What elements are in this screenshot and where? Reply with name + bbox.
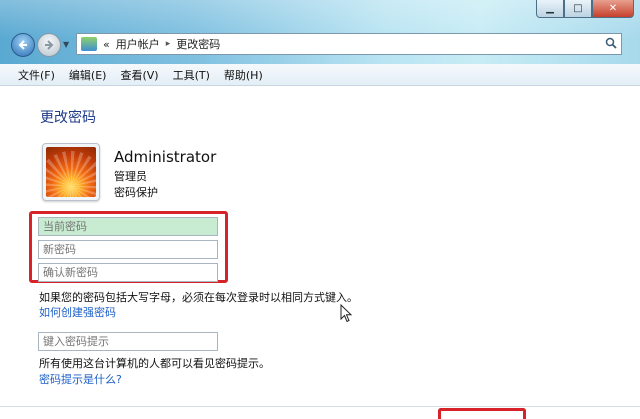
hint-help-link[interactable]: 密码提示是什么? [39,371,122,387]
page-title: 更改密码 [40,110,96,126]
breadcrumb-item-change-password[interactable]: 更改密码 [176,36,220,52]
breadcrumb: « 用户帐户 ▸ 更改密码 [103,36,220,52]
avatar [42,143,100,201]
change-password-button-highlight[interactable] [438,408,526,419]
back-button[interactable] [11,33,35,57]
strong-password-link[interactable]: 如何创建强密码 [39,304,116,320]
maximize-icon: □ [573,3,583,14]
window-controls: ▁ □ ✕ [536,0,634,18]
recent-pages-dropdown[interactable]: ▼ [63,40,69,49]
arrow-left-icon [18,40,27,50]
minimize-icon: ▁ [546,3,554,14]
user-protection-status: 密码保护 [114,186,158,199]
menu-help[interactable]: 帮助(H) [224,67,263,83]
mouse-cursor-icon [340,304,353,323]
divider [0,406,640,407]
hint-visibility-note: 所有使用这台计算机的人都可以看见密码提示。 [39,357,270,370]
search-icon[interactable] [605,37,617,52]
breadcrumb-overflow[interactable]: « [103,38,110,51]
content-area: 更改密码 Administrator 管理员 密码保护 如果您的密码包括大写字母… [0,87,640,419]
maximize-button[interactable]: □ [564,0,592,18]
menu-tools[interactable]: 工具(T) [173,67,210,83]
arrow-right-icon [45,40,54,50]
password-hint-field[interactable] [38,332,218,351]
menu-view[interactable]: 查看(V) [120,67,158,83]
address-bar[interactable]: « 用户帐户 ▸ 更改密码 [76,33,622,55]
current-password-field[interactable] [38,217,218,236]
minimize-button[interactable]: ▁ [536,0,564,18]
forward-button[interactable] [37,33,61,57]
flower-avatar-icon [46,147,96,197]
menu-bar: 文件(F) 编辑(E) 查看(V) 工具(T) 帮助(H) [0,64,640,86]
new-password-field[interactable] [38,240,218,259]
breadcrumb-item-user-accounts[interactable]: 用户帐户 [116,36,160,52]
close-button[interactable]: ✕ [592,0,634,18]
control-panel-icon [81,37,97,51]
user-role: 管理员 [114,170,147,183]
menu-file[interactable]: 文件(F) [18,67,55,83]
breadcrumb-separator-icon[interactable]: ▸ [166,39,171,49]
confirm-password-field[interactable] [38,263,218,282]
user-name: Administrator [114,148,217,166]
menu-edit[interactable]: 编辑(E) [69,67,107,83]
close-icon: ✕ [608,3,618,14]
chevron-down-icon: ▼ [63,40,70,49]
caps-lock-note: 如果您的密码包括大写字母，必须在每次登录时以相同方式键入。 [39,291,358,304]
